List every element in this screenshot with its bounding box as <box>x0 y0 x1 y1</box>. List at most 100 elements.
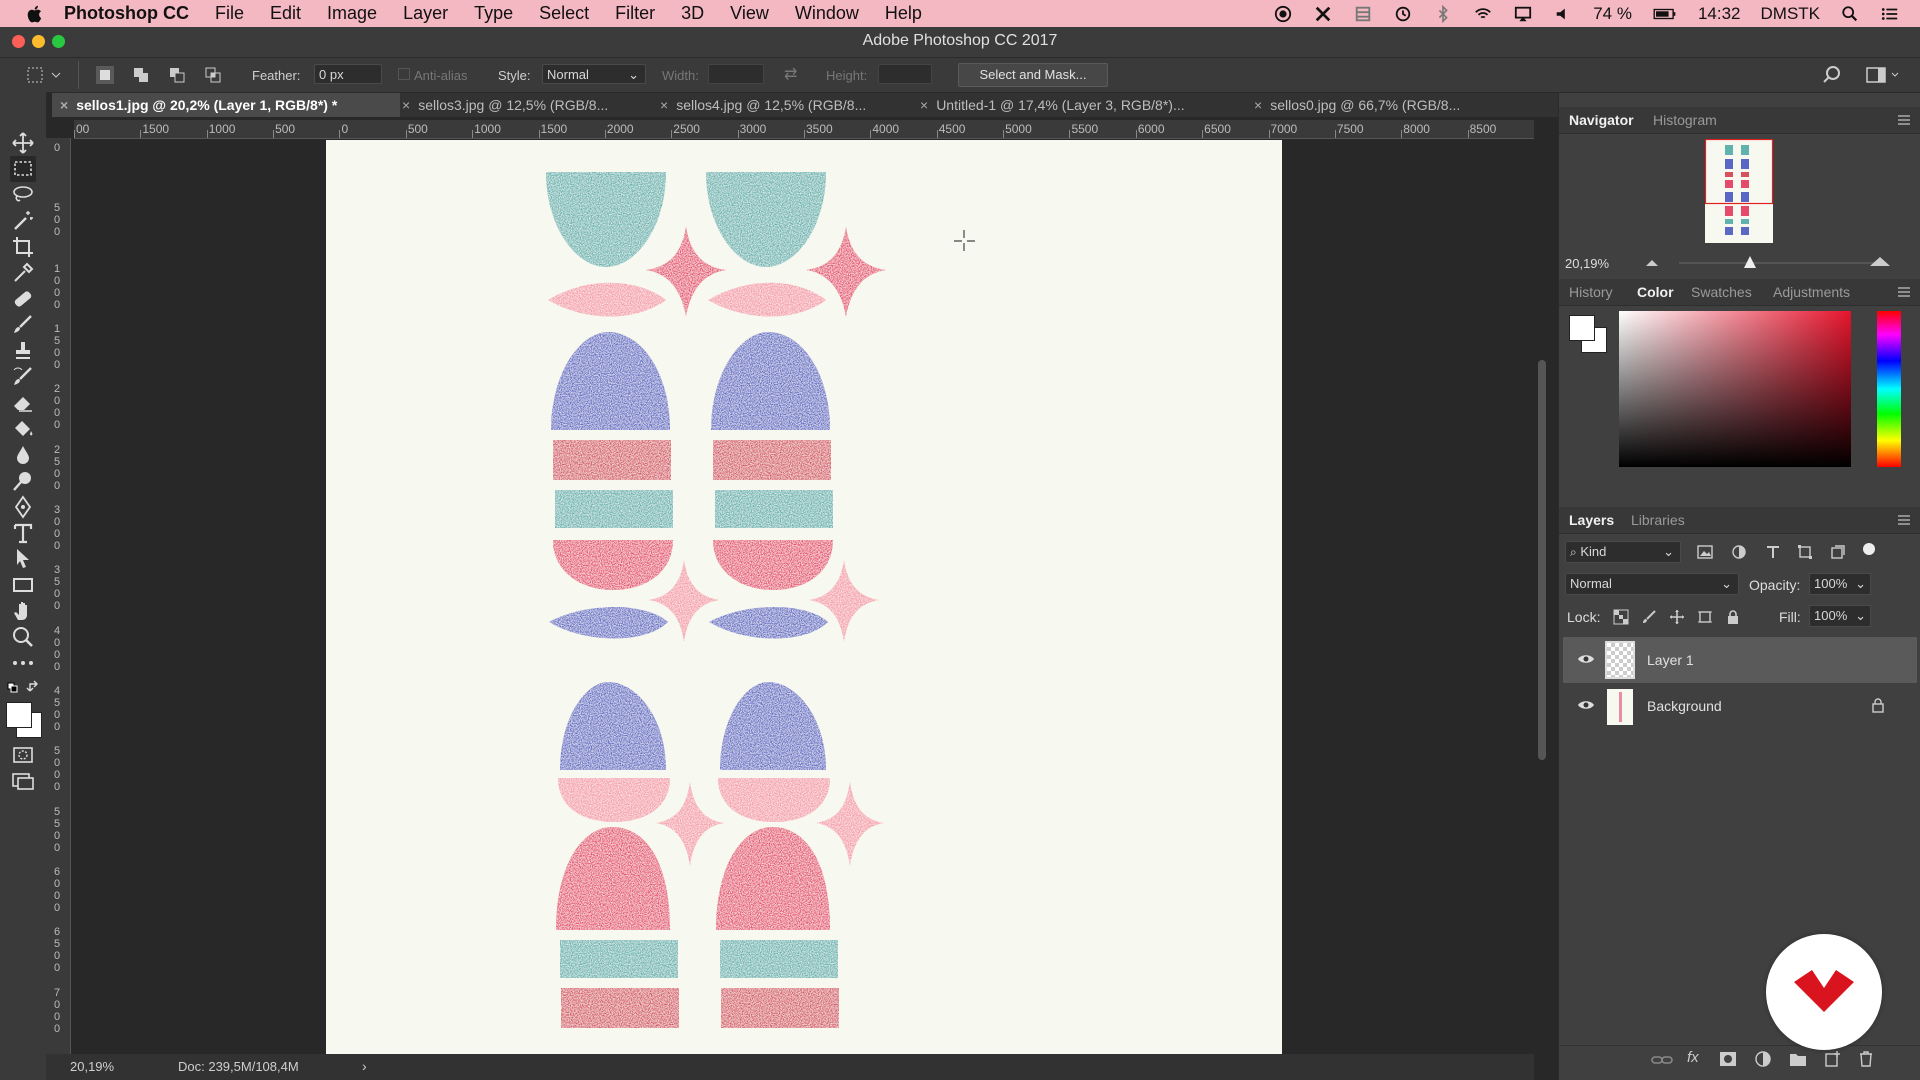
fill-input[interactable]: 100% ⌄ <box>1809 605 1871 627</box>
navigator-zoom-slider[interactable] <box>1679 262 1879 264</box>
zoom-in-icon[interactable] <box>1869 255 1891 267</box>
app-name[interactable]: Photoshop CC <box>64 3 189 24</box>
swap-icon[interactable]: ⇄ <box>784 64 797 84</box>
default-colors-swap[interactable] <box>6 679 42 695</box>
search-icon[interactable] <box>1822 65 1842 85</box>
filter-pixel-icon[interactable] <box>1697 545 1713 559</box>
lock-transparent-icon[interactable] <box>1613 609 1629 625</box>
menu-3d[interactable]: 3D <box>681 3 704 24</box>
eye-icon[interactable] <box>1577 699 1595 711</box>
filter-adjustment-icon[interactable] <box>1731 545 1747 559</box>
navigator-zoom-value[interactable]: 20,19% <box>1565 256 1609 271</box>
airplay-icon[interactable] <box>1513 5 1533 23</box>
lock-position-icon[interactable] <box>1669 609 1685 625</box>
magic-wand-tool[interactable] <box>10 208 36 234</box>
width-input[interactable] <box>708 64 764 84</box>
layer-filter-kind[interactable]: ⌕ Kind ⌄ <box>1565 541 1681 563</box>
close-tab-icon[interactable]: × <box>60 97 68 113</box>
height-input[interactable] <box>878 64 932 84</box>
intersect-selection-icon[interactable] <box>204 66 222 84</box>
paint-bucket-tool[interactable] <box>10 416 36 442</box>
close-tab-icon[interactable]: × <box>402 97 410 113</box>
trash-icon[interactable] <box>1859 1051 1873 1067</box>
lasso-tool[interactable] <box>10 182 36 208</box>
feather-input[interactable]: 0 px <box>314 64 382 84</box>
quick-mask-button[interactable] <box>10 742 36 768</box>
menu-filter[interactable]: Filter <box>615 3 655 24</box>
menu-view[interactable]: View <box>730 3 769 24</box>
eyedropper-tool[interactable] <box>10 260 36 286</box>
color-field-picker[interactable] <box>1619 311 1851 467</box>
tab-sellos4[interactable]: × sellos4.jpg @ 12,5% (RGB/8... <box>660 93 866 117</box>
eye-icon[interactable] <box>1577 653 1595 665</box>
chevron-right-icon[interactable]: › <box>362 1058 367 1074</box>
apple-icon[interactable] <box>24 3 46 25</box>
filter-toggle[interactable] <box>1863 543 1875 555</box>
fx-icon[interactable]: fx <box>1687 1049 1699 1066</box>
more-tools[interactable] <box>10 650 36 676</box>
filter-smart-object-icon[interactable] <box>1829 545 1845 559</box>
time-machine-icon[interactable] <box>1393 5 1413 23</box>
type-tool[interactable] <box>10 520 36 546</box>
brush-tool[interactable] <box>10 312 36 338</box>
close-tab-icon[interactable]: × <box>920 97 928 113</box>
filter-shape-icon[interactable] <box>1797 545 1813 559</box>
tools-icon[interactable] <box>1313 5 1333 23</box>
menu-layer[interactable]: Layer <box>403 3 448 24</box>
menu-select[interactable]: Select <box>539 3 589 24</box>
tab-libraries[interactable]: Libraries <box>1631 512 1685 528</box>
path-selection-tool[interactable] <box>10 546 36 572</box>
tab-swatches[interactable]: Swatches <box>1691 284 1752 300</box>
opacity-input[interactable]: 100% ⌄ <box>1809 573 1871 595</box>
close-tab-icon[interactable]: × <box>1254 97 1262 113</box>
clone-stamp-tool[interactable] <box>10 338 36 364</box>
tab-adjustments[interactable]: Adjustments <box>1773 284 1850 300</box>
menu-help[interactable]: Help <box>885 3 922 24</box>
tab-histogram[interactable]: Histogram <box>1653 112 1717 128</box>
history-brush-tool[interactable] <box>10 364 36 390</box>
menu-edit[interactable]: Edit <box>270 3 301 24</box>
move-tool[interactable] <box>10 130 36 156</box>
volume-icon[interactable] <box>1553 5 1573 23</box>
tab-color[interactable]: Color <box>1637 284 1674 300</box>
lock-pixels-icon[interactable] <box>1641 609 1657 625</box>
new-selection-icon[interactable] <box>96 66 114 84</box>
blur-tool[interactable] <box>10 442 36 468</box>
foreground-color-swatch[interactable] <box>6 702 32 728</box>
tab-sellos0[interactable]: × sellos0.jpg @ 66,7% (RGB/8... <box>1254 93 1460 117</box>
marquee-tool[interactable] <box>10 156 36 182</box>
select-and-mask-button[interactable]: Select and Mask... <box>958 63 1108 87</box>
fg-color-chip[interactable] <box>1569 315 1595 341</box>
menu-window[interactable]: Window <box>795 3 859 24</box>
zoom-out-icon[interactable] <box>1645 257 1659 267</box>
layer-row-layer-1[interactable]: Layer 1 <box>1563 637 1917 683</box>
clock[interactable]: 14:32 <box>1698 4 1741 24</box>
link-layers-icon[interactable] <box>1651 1053 1673 1067</box>
layer-row-background[interactable]: Background <box>1563 683 1917 729</box>
tab-history[interactable]: History <box>1569 284 1613 300</box>
dodge-tool[interactable] <box>10 468 36 494</box>
tab-sellos1[interactable]: × sellos1.jpg @ 20,2% (Layer 1, RGB/8*) * <box>52 93 400 117</box>
tab-untitled-1[interactable]: × Untitled-1 @ 17,4% (Layer 3, RGB/8*)... <box>920 93 1185 117</box>
blend-mode-select[interactable]: Normal ⌄ <box>1565 573 1739 595</box>
hand-tool[interactable] <box>10 598 36 624</box>
tab-navigator[interactable]: Navigator <box>1569 112 1634 128</box>
status-zoom[interactable]: 20,19% <box>70 1059 114 1074</box>
vertical-scrollbar[interactable] <box>1538 360 1546 760</box>
menu-file[interactable]: File <box>215 3 244 24</box>
new-group-icon[interactable] <box>1789 1051 1807 1067</box>
zoom-slider-handle[interactable] <box>1743 255 1757 269</box>
rectangle-tool[interactable] <box>10 572 36 598</box>
add-selection-icon[interactable] <box>132 66 150 84</box>
spotlight-icon[interactable] <box>1840 5 1860 23</box>
battery-icon[interactable] <box>1652 5 1678 23</box>
horizontal-ruler[interactable]: 00 1500 1000 500 0 500 1000 1500 2000 2500 3000 350… <box>74 120 1534 139</box>
tab-sellos3[interactable]: × sellos3.jpg @ 12,5% (RGB/8... <box>402 93 608 117</box>
eraser-tool[interactable] <box>10 390 36 416</box>
bluetooth-icon[interactable] <box>1433 4 1453 23</box>
subtract-selection-icon[interactable] <box>168 66 186 84</box>
menu-image[interactable]: Image <box>327 3 377 24</box>
panel-menu-icon[interactable] <box>1897 514 1911 526</box>
crop-tool[interactable] <box>10 234 36 260</box>
grid-icon[interactable] <box>1353 5 1373 23</box>
